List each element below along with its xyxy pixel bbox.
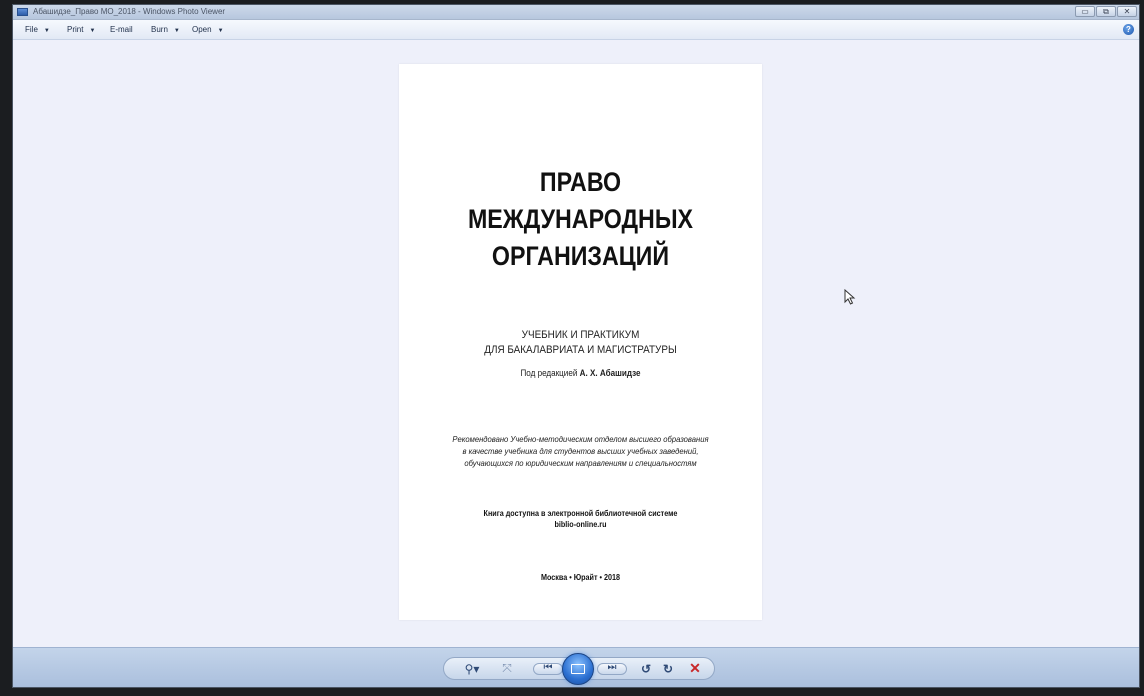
menu-bar: File ▼ Print ▼ E-mail Burn ▼ Open ▼ ? bbox=[13, 20, 1139, 40]
recommendation-text: Рекомендовано Учебно-методическим отдело… bbox=[417, 433, 744, 469]
publisher-imprint: Москва • Юрайт • 2018 bbox=[540, 573, 621, 582]
menu-print-label: Print bbox=[67, 25, 84, 34]
book-title-line: ПРАВО bbox=[539, 167, 622, 197]
rotate-clockwise-button[interactable]: ↻ bbox=[658, 658, 678, 679]
close-window-button[interactable]: ✕ bbox=[1117, 6, 1137, 17]
menu-burn[interactable]: Burn ▼ bbox=[151, 24, 180, 36]
menu-open-label: Open bbox=[192, 25, 212, 34]
book-editor: Под редакцией А. Х. Абашидзе bbox=[417, 367, 744, 379]
chevron-down-icon: ▼ bbox=[217, 28, 224, 34]
previous-glyph: ⏮ bbox=[543, 661, 553, 673]
screen-frame: Абашидзе_Право МО_2018 - Windows Photo V… bbox=[0, 0, 1144, 696]
book-cover-page: ПРАВО МЕЖДУНАРОДНЫХ ОРГАНИЗАЦИЙ УЧЕБНИК … bbox=[399, 64, 762, 620]
recommendation-line: обучающихся по юридическим направлениям … bbox=[464, 458, 697, 468]
menu-file[interactable]: File ▼ bbox=[25, 24, 50, 36]
menu-open[interactable]: Open ▼ bbox=[192, 24, 224, 36]
help-icon[interactable]: ? bbox=[1123, 24, 1134, 35]
editor-name: А. Х. Абашидзе bbox=[579, 368, 641, 378]
menu-print[interactable]: Print ▼ bbox=[67, 24, 95, 36]
delete-button[interactable]: ✕ bbox=[684, 658, 706, 679]
rotate-counterclockwise-button[interactable]: ↺ bbox=[636, 658, 656, 679]
photo-viewer-app-icon bbox=[17, 8, 28, 16]
title-bar[interactable]: Абашидзе_Право МО_2018 - Windows Photo V… bbox=[13, 5, 1139, 20]
chevron-down-icon: ▼ bbox=[89, 28, 96, 34]
previous-button[interactable]: ⏮ bbox=[530, 658, 566, 679]
mouse-cursor-icon bbox=[844, 289, 856, 305]
chevron-down-icon: ▼ bbox=[43, 28, 50, 34]
book-title: ПРАВО МЕЖДУНАРОДНЫХ ОРГАНИЗАЦИЙ bbox=[424, 164, 736, 275]
next-icon: ⏭ bbox=[597, 661, 627, 675]
availability-text: Книга доступна в электронной библиотечно… bbox=[417, 508, 744, 530]
minimize-button[interactable]: ▭ bbox=[1075, 6, 1095, 17]
image-view-area[interactable]: ПРАВО МЕЖДУНАРОДНЫХ ОРГАНИЗАЦИЙ УЧЕБНИК … bbox=[13, 40, 1139, 647]
book-title-line: ОРГАНИЗАЦИЙ bbox=[491, 241, 670, 271]
menu-email[interactable]: E-mail bbox=[110, 24, 133, 36]
subtitle-line: УЧЕБНИК И ПРАКТИКУМ bbox=[521, 329, 640, 341]
slideshow-icon bbox=[571, 664, 585, 674]
next-glyph: ⏭ bbox=[607, 661, 617, 673]
editor-prefix: Под редакцией bbox=[520, 368, 578, 378]
next-button[interactable]: ⏭ bbox=[594, 658, 630, 679]
book-subtitle: УЧЕБНИК И ПРАКТИКУМ ДЛЯ БАКАЛАВРИАТА И М… bbox=[417, 328, 744, 358]
availability-url: biblio-online.ru bbox=[554, 520, 607, 529]
recommendation-line: Рекомендовано Учебно-методическим отдело… bbox=[452, 434, 709, 444]
maximize-button[interactable]: ⧉ bbox=[1096, 6, 1116, 17]
photo-viewer-window: Абашидзе_Право МО_2018 - Windows Photo V… bbox=[12, 4, 1140, 688]
book-title-line: МЕЖДУНАРОДНЫХ bbox=[467, 204, 694, 234]
previous-icon: ⏮ bbox=[533, 661, 563, 675]
menu-file-label: File bbox=[25, 25, 38, 34]
subtitle-line: ДЛЯ БАКАЛАВРИАТА И МАГИСТРАТУРЫ bbox=[484, 344, 677, 356]
slideshow-button[interactable] bbox=[562, 653, 594, 685]
recommendation-line: в качестве учебника для студентов высших… bbox=[462, 446, 699, 456]
zoom-button[interactable]: ⚲▾ bbox=[458, 658, 486, 679]
bottom-toolbar: ⚲▾ ⤧ ⏮ ⏭ ↺ ↻ ✕ bbox=[13, 647, 1139, 687]
toolbar-controls: ⚲▾ ⤧ ⏮ ⏭ ↺ ↻ ✕ bbox=[443, 653, 715, 685]
actual-size-button[interactable]: ⤧ bbox=[496, 658, 518, 679]
window-title: Абашидзе_Право МО_2018 - Windows Photo V… bbox=[33, 7, 226, 16]
menu-burn-label: Burn bbox=[151, 25, 168, 34]
availability-line: Книга доступна в электронной библиотечно… bbox=[483, 509, 678, 518]
chevron-down-icon: ▼ bbox=[173, 28, 180, 34]
